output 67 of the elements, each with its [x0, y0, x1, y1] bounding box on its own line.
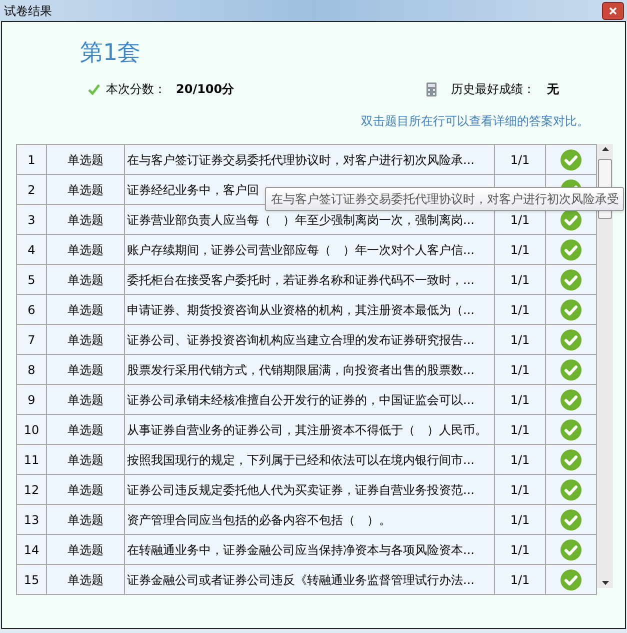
question-score: 1/1 [510, 212, 530, 226]
row-number: 11 [24, 452, 40, 466]
row-number: 12 [24, 482, 40, 496]
hint-text: 双击题目所在行可以查看详细的答案对比。 [361, 113, 589, 130]
question-score: 1/1 [510, 302, 530, 316]
question-score: 1/1 [510, 542, 530, 556]
tooltip: 在与客户签订证券交易委托代理协议时，对客户进行初次风险承受 [265, 187, 624, 211]
question-text: 证券金融公司或者证券公司违反《转融通业务监督管理试行办法... [127, 572, 474, 586]
question-type: 单选题 [68, 422, 104, 436]
question-type: 单选题 [68, 362, 104, 376]
question-score: 1/1 [510, 512, 530, 526]
question-score: 1/1 [510, 392, 530, 406]
question-type: 单选题 [68, 272, 104, 286]
best-score-value: 无 [547, 81, 560, 98]
window-title: 试卷结果 [4, 2, 52, 20]
row-number: 5 [28, 272, 36, 286]
best-score-label: 历史最好成绩： [451, 81, 536, 98]
question-text: 按照我国现行的规定，下列属于已经和依法可以在境内银行间市... [127, 452, 474, 466]
question-type: 单选题 [68, 542, 104, 556]
question-text: 证券经纪业务中，客户回 [127, 182, 259, 196]
question-score: 1/1 [510, 452, 530, 466]
question-type: 单选题 [68, 212, 104, 226]
question-type: 单选题 [68, 452, 104, 466]
row-number: 7 [28, 332, 36, 346]
question-text: 股票发行采用代销方式，代销期限届满，向投资者出售的股票数... [127, 362, 474, 376]
question-text: 账户存续期间，证券公司营业部应每（ ）年一次对个人客户信... [127, 242, 474, 256]
question-text: 证券公司、证券投资咨询机构应当建立合理的发布证券研究报告... [127, 332, 474, 346]
question-text: 证券公司承销未经核准擅自公开发行的证券的，中国证监会可以... [127, 392, 474, 406]
question-score: 1/1 [510, 272, 530, 286]
question-text: 申请证券、期货投资咨询从业资格的机构，其注册资本最低为（... [127, 302, 474, 316]
row-number: 9 [28, 392, 36, 406]
question-score: 1/1 [510, 362, 530, 376]
question-text: 资产管理合同应当包括的必备内容不包括（ ）。 [127, 512, 391, 526]
row-number: 3 [28, 212, 36, 226]
row-number: 8 [28, 362, 36, 376]
question-type: 单选题 [68, 512, 104, 526]
row-number: 6 [28, 302, 36, 316]
paper-title: 第1套 [80, 39, 142, 68]
question-text: 证券营业部负责人应当每（ ）年至少强制离岗一次，强制离岗... [127, 212, 474, 226]
question-score: 1/1 [510, 482, 530, 496]
row-number: 10 [24, 422, 40, 436]
question-text: 在转融通业务中，证券金融公司应当保持净资本与各项风险资本... [127, 542, 474, 556]
score-label: 本次分数： [106, 81, 166, 98]
question-type: 单选题 [68, 332, 104, 346]
question-type: 单选题 [68, 302, 104, 316]
question-type: 单选题 [68, 152, 104, 166]
question-score: 1/1 [510, 572, 530, 586]
row-number: 13 [24, 512, 40, 526]
row-number: 1 [28, 152, 36, 166]
question-score: 1/1 [510, 152, 530, 166]
question-text: 委托柜台在接受客户委托时，若证券名称和证券代码不一致时，... [127, 272, 474, 286]
question-type: 单选题 [68, 182, 104, 196]
question-score: 1/1 [510, 422, 530, 436]
question-score: 1/1 [510, 332, 530, 346]
question-type: 单选题 [68, 392, 104, 406]
question-text: 证券公司违反规定委托他人代为买卖证券，证券自营业务投资范... [127, 482, 474, 496]
row-number: 14 [24, 542, 40, 556]
question-type: 单选题 [68, 482, 104, 496]
row-number: 4 [28, 242, 36, 256]
question-type: 单选题 [68, 572, 104, 586]
question-text: 在与客户签订证券交易委托代理协议时，对客户进行初次风险承... [127, 152, 474, 166]
score-value: 20/100分 [176, 81, 234, 98]
question-score: 1/1 [510, 242, 530, 256]
row-number: 15 [24, 572, 40, 586]
question-type: 单选题 [68, 242, 104, 256]
row-number: 2 [28, 182, 36, 196]
question-text: 从事证券自营业务的证券公司，其注册资本不得低于（ ）人民币。 [127, 422, 487, 436]
